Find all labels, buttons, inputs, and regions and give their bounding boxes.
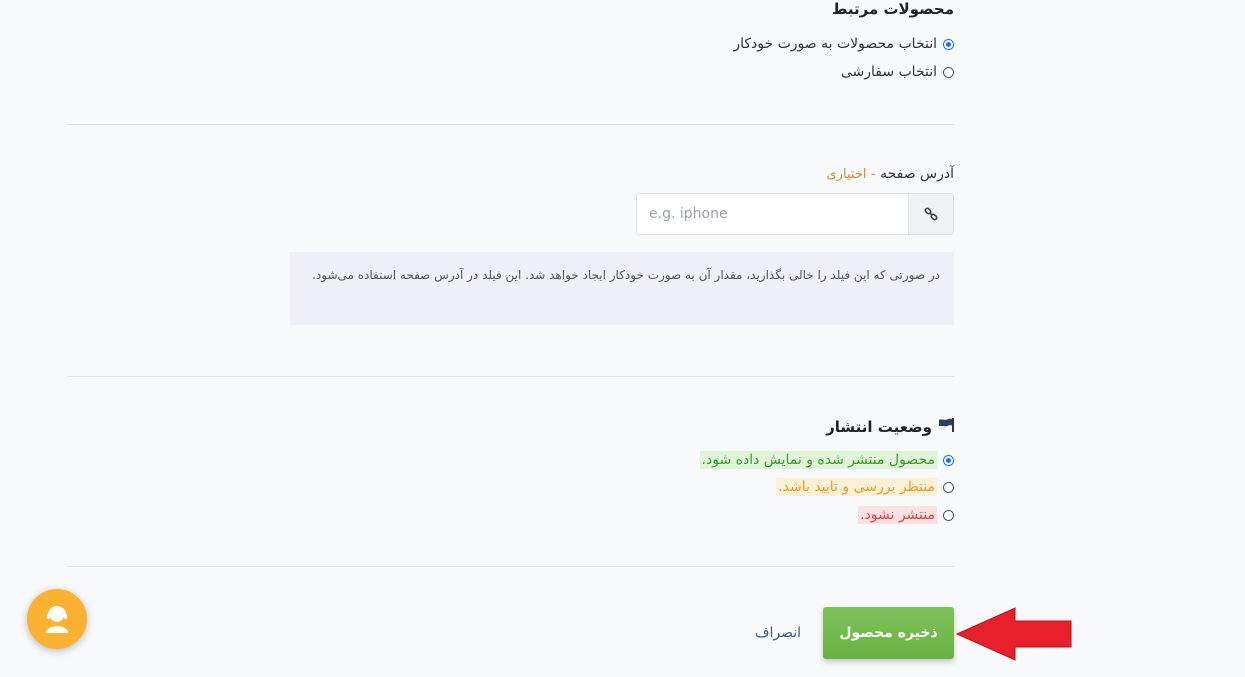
red-arrow-annotation — [955, 607, 1072, 661]
publish-option-published[interactable]: محصول منتشر شده و نمایش داده شود. — [699, 451, 954, 469]
save-product-button[interactable]: ذخیره محصول — [823, 607, 954, 659]
page-address-input-group — [636, 193, 954, 235]
cancel-link[interactable]: انصراف — [755, 625, 801, 641]
page-address-input[interactable] — [637, 194, 908, 234]
page-address-optional: اختیاری — [826, 167, 867, 182]
section-divider — [67, 376, 954, 377]
publish-published-radio[interactable] — [943, 454, 954, 466]
publish-published-label: محصول منتشر شده و نمایش داده شود. — [699, 451, 937, 469]
publish-status-title-text: وضعیت انتشار — [826, 418, 932, 436]
related-auto-radio[interactable] — [943, 38, 954, 50]
support-agent-icon — [46, 606, 68, 633]
page-address-help: در صورتی که این فیلد را خالی بگذارید، مق… — [290, 252, 954, 325]
related-auto-option[interactable]: انتخاب محصولات به صورت خودکار — [733, 36, 954, 52]
link-icon — [908, 194, 953, 234]
related-custom-option[interactable]: انتخاب سفارشی — [841, 64, 954, 80]
publish-option-pending[interactable]: منتظر بررسی و تایید باشد. — [776, 478, 954, 496]
related-products-title: محصولات مرتبط — [831, 0, 954, 18]
publish-status-title: وضعیت انتشار — [826, 418, 954, 436]
related-custom-label: انتخاب سفارشی — [840, 64, 937, 80]
flag-icon — [938, 418, 954, 436]
section-divider — [67, 566, 954, 567]
publish-pending-radio[interactable] — [943, 481, 954, 493]
related-custom-radio[interactable] — [943, 66, 954, 78]
support-chat-button[interactable] — [27, 589, 87, 649]
section-divider — [67, 124, 954, 125]
publish-option-unpublished[interactable]: منتشر نشود. — [858, 506, 954, 524]
publish-unpublished-label: منتشر نشود. — [858, 506, 937, 524]
publish-pending-label: منتظر بررسی و تایید باشد. — [776, 478, 937, 496]
page-address-label-text: آدرس صفحه — [880, 166, 954, 182]
page-address-separator: - — [870, 167, 876, 182]
publish-unpublished-radio[interactable] — [943, 509, 954, 521]
page-address-label: آدرس صفحه - اختیاری — [827, 166, 954, 182]
related-auto-label: انتخاب محصولات به صورت خودکار — [733, 36, 937, 52]
